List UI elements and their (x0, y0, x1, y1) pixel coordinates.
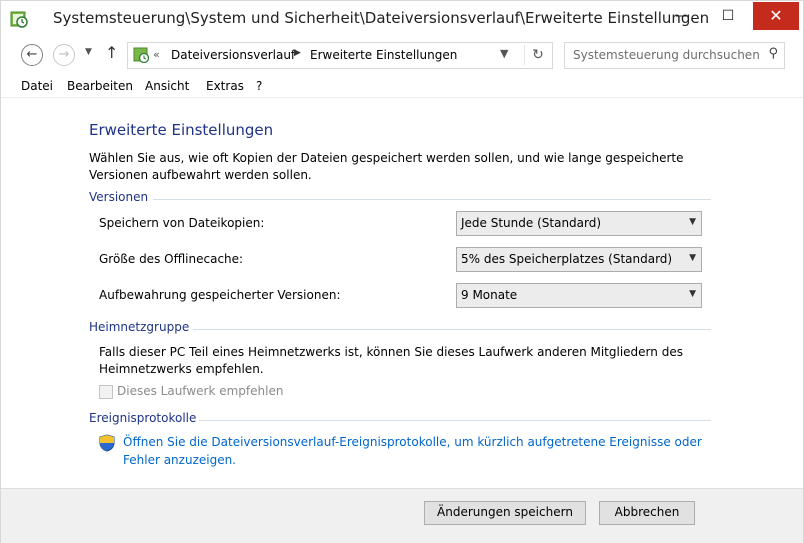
save-changes-button[interactable]: Änderungen speichern (424, 501, 586, 525)
breadcrumb-overflow[interactable]: « (153, 48, 160, 61)
address-bar[interactable]: « Dateiversionsverlauf ▶ Erweiterte Eins… (127, 42, 553, 69)
homegroup-heading: Heimnetzgruppe (89, 320, 190, 334)
versions-divider (153, 199, 711, 200)
save-copies-label: Speichern von Dateikopien: (99, 216, 265, 230)
recent-locations-chevron-icon[interactable]: ▼ (85, 47, 92, 57)
up-arrow-icon[interactable]: ↑ (105, 43, 118, 62)
breadcrumb-dateiversionsverlauf[interactable]: Dateiversionsverlauf (171, 48, 295, 62)
chevron-down-icon: ▼ (689, 217, 696, 227)
homegroup-text: Falls dieser PC Teil eines Heimnetzwerks… (99, 345, 683, 376)
versions-heading: Versionen (89, 190, 149, 204)
title-bar: Systemsteuerung\System und Sicherheit\Da… (1, 1, 803, 38)
refresh-icon[interactable]: ↻ (524, 45, 551, 65)
save-copies-select[interactable]: Jede Stunde (Standard) ▼ (456, 211, 702, 236)
recommend-drive-label: Dieses Laufwerk empfehlen (117, 384, 284, 398)
offline-cache-select[interactable]: 5% des Speicherplatzes (Standard) ▼ (456, 247, 702, 272)
button-bar: Änderungen speichern Abbrechen (1, 488, 803, 543)
offline-cache-value: 5% des Speicherplatzes (Standard) (461, 252, 673, 266)
minimize-button[interactable]: — (659, 2, 705, 30)
breadcrumb-separator-icon[interactable]: ▶ (294, 48, 301, 58)
search-input[interactable]: Systemsteuerung durchsuchen ⚲ (564, 42, 785, 69)
eventlogs-heading: Ereignisprotokolle (89, 411, 197, 425)
page-title: Erweiterte Einstellungen (89, 121, 274, 139)
cancel-button[interactable]: Abbrechen (599, 501, 695, 525)
retention-label: Aufbewahrung gespeicherter Versionen: (99, 288, 341, 302)
save-copies-value: Jede Stunde (Standard) (461, 216, 602, 230)
search-icon[interactable]: ⚲ (768, 46, 778, 61)
window: Systemsteuerung\System und Sicherheit\Da… (0, 0, 804, 543)
homegroup-divider (193, 329, 711, 330)
menu-extras[interactable]: Extras (206, 79, 244, 93)
menu-datei[interactable]: Datei (21, 79, 53, 93)
main-content: Erweiterte Einstellungen Wählen Sie aus,… (1, 98, 803, 488)
recommend-drive-checkbox[interactable] (99, 385, 113, 399)
uac-shield-icon (99, 434, 115, 452)
chevron-down-icon: ▼ (689, 253, 696, 263)
navigation-bar: ← → ▼ ↑ « Dateiversionsverlauf ▶ Erweite… (1, 38, 803, 72)
window-title: Systemsteuerung\System und Sicherheit\Da… (53, 9, 710, 27)
back-arrow-icon[interactable]: ← (21, 44, 43, 66)
retention-value: 9 Monate (461, 288, 518, 302)
file-history-icon (10, 11, 28, 28)
offline-cache-label: Größe des Offlinecache: (99, 252, 244, 266)
event-logs-link[interactable]: Öffnen Sie die Dateiversionsverlauf-Erei… (123, 433, 723, 469)
intro-text: Wählen Sie aus, wie oft Kopien der Datei… (89, 151, 684, 182)
address-dropdown-icon[interactable]: ▼ (500, 47, 508, 60)
breadcrumb-erweiterte-einstellungen[interactable]: Erweiterte Einstellungen (310, 48, 457, 62)
file-history-icon (133, 47, 149, 63)
chevron-down-icon: ▼ (689, 289, 696, 299)
menu-ansicht[interactable]: Ansicht (145, 79, 189, 93)
close-button[interactable]: ✕ (753, 2, 799, 30)
eventlogs-divider (199, 420, 711, 421)
menu-bar: Datei Bearbeiten Ansicht Extras ? (1, 75, 803, 98)
menu-help[interactable]: ? (256, 79, 262, 93)
menu-bearbeiten[interactable]: Bearbeiten (67, 79, 133, 93)
search-placeholder: Systemsteuerung durchsuchen (573, 48, 760, 62)
retention-select[interactable]: 9 Monate ▼ (456, 283, 702, 308)
maximize-button[interactable]: ☐ (705, 2, 751, 30)
forward-arrow-icon[interactable]: → (53, 44, 75, 66)
